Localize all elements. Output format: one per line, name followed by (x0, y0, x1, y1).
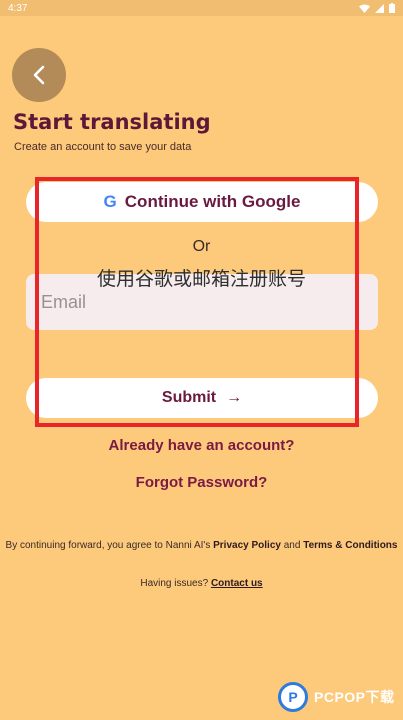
terms-prefix: By continuing forward, you agree to Nann… (5, 540, 211, 551)
terms-text: By continuing forward, you agree to Nann… (0, 540, 403, 551)
status-bar: 4:37 (0, 0, 403, 16)
signal-icon (375, 3, 384, 13)
watermark-text: PCPOP下载 (314, 689, 395, 705)
status-time: 4:37 (8, 2, 28, 14)
wifi-icon (359, 4, 370, 13)
contact-us-link[interactable]: Contact us (211, 578, 263, 589)
issues-prefix: Having issues? (140, 578, 209, 589)
forgot-password-link[interactable]: Forgot Password? (0, 474, 403, 491)
highlight-frame (35, 177, 359, 427)
privacy-policy-link[interactable]: Privacy Policy (213, 540, 281, 551)
terms-conditions-link[interactable]: Terms & Conditions (303, 540, 397, 551)
battery-icon (389, 3, 395, 13)
page-title: Start translating (13, 110, 211, 134)
watermark: P PCPOP下载 (278, 682, 395, 712)
already-have-account-link[interactable]: Already have an account? (0, 437, 403, 454)
status-icons (359, 3, 395, 13)
page-subtitle: Create an account to save your data (14, 141, 192, 153)
watermark-logo: P (278, 682, 308, 712)
issues-text: Having issues? Contact us (0, 578, 403, 589)
terms-and: and (283, 540, 301, 551)
chevron-left-icon (33, 65, 45, 85)
back-button[interactable] (12, 48, 66, 102)
